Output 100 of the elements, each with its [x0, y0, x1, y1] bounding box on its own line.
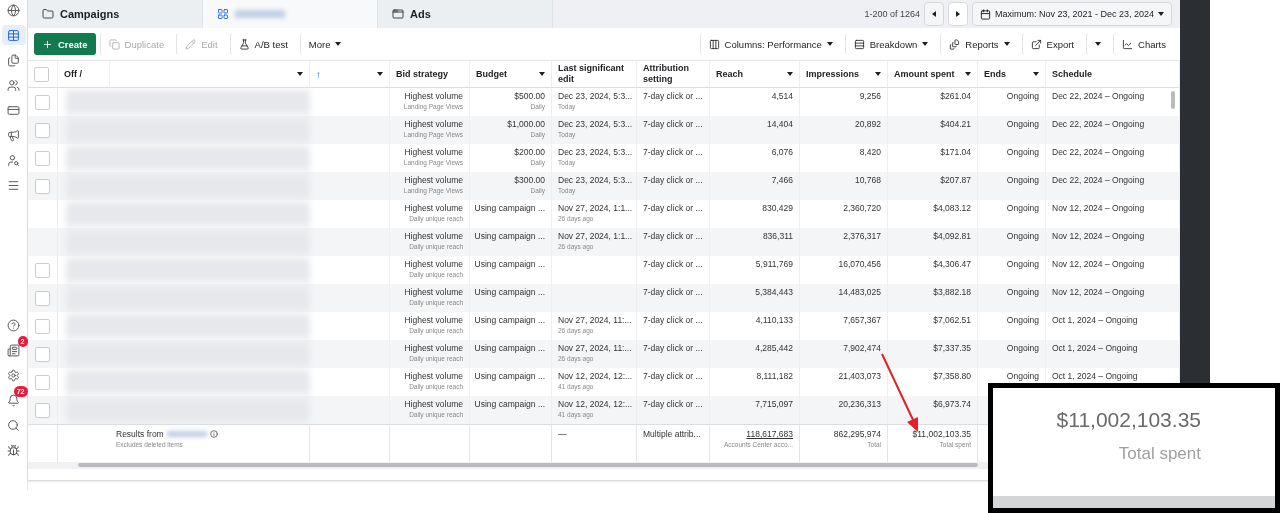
attribution-cell: 7-day click or ... — [643, 91, 703, 101]
reach-cell: 14,404 — [767, 119, 793, 129]
impressions-cell: 2,360,720 — [843, 203, 881, 213]
last-edit-cell: Nov 27, 2024, 11:... — [558, 315, 632, 325]
bid-strategy-cell: Highest volume — [404, 399, 463, 409]
last-edit-cell: Dec 23, 2024, 5:3... — [558, 91, 633, 101]
schedule-cell: Dec 22, 2024 – Ongoing — [1052, 175, 1145, 185]
reach-cell: 830,429 — [762, 203, 793, 213]
amount-spent-cell: $7,337.35 — [933, 343, 971, 353]
amount-spent-cell: $4,083.12 — [933, 203, 971, 213]
reach-cell: 4,285,442 — [755, 343, 793, 353]
last-edit-cell: Nov 27, 2024, 1:1... — [558, 203, 633, 213]
bid-strategy-cell: Highest volume — [404, 119, 463, 129]
schedule-cell: Nov 12, 2024 – Ongoing — [1052, 231, 1145, 241]
bid-strategy-cell: Highest volume — [404, 259, 463, 269]
amount-spent-cell: $3,882.18 — [933, 287, 971, 297]
schedule-cell: Oct 1, 2024 – Ongoing — [1052, 371, 1138, 381]
impressions-cell: 10,768 — [855, 175, 881, 185]
budget-cell: Using campaign ... — [474, 203, 545, 213]
amount-spent-cell: $4,092.81 — [933, 231, 971, 241]
attribution-cell: Multiple attrib... — [643, 429, 701, 439]
bid-strategy-cell: Highest volume — [404, 287, 463, 297]
attribution-cell: 7-day click or ... — [643, 399, 703, 409]
sort-arrow: ↑ — [316, 68, 321, 80]
ends-cell: Ongoing — [1006, 287, 1039, 297]
attribution-cell: 7-day click or ... — [643, 119, 703, 129]
budget-cell: Using campaign ... — [474, 371, 545, 381]
amount-spent-cell: $171.04 — [940, 147, 971, 157]
amount-spent-cell: $404.21 — [940, 119, 971, 129]
reach-cell: 7,466 — [771, 175, 793, 185]
reach-cell: 6,076 — [771, 147, 793, 157]
budget-cell: Using campaign ... — [474, 287, 545, 297]
schedule-cell: Oct 1, 2024 – Ongoing — [1052, 315, 1138, 325]
schedule-cell: Oct 1, 2024 – Ongoing — [1052, 343, 1138, 353]
amount-spent-cell: $7,062.51 — [933, 315, 971, 325]
ends-cell: Ongoing — [1006, 91, 1039, 101]
reach-cell: 7,715,097 — [755, 399, 793, 409]
results-text: Results from — [116, 429, 218, 439]
schedule-cell: Nov 12, 2024 – Ongoing — [1052, 259, 1145, 269]
reach-cell: 4,110,133 — [755, 315, 793, 325]
ends-cell: Ongoing — [1006, 259, 1039, 269]
attribution-cell: 7-day click or ... — [643, 231, 703, 241]
budget-cell: Using campaign ... — [474, 259, 545, 269]
amount-spent-cell: $207.87 — [940, 175, 971, 185]
impressions-cell: 16,070,456 — [838, 259, 881, 269]
impressions-cell: 7,657,367 — [843, 315, 881, 325]
attribution-cell: 7-day click or ... — [643, 203, 703, 213]
ends-cell: Ongoing — [1006, 203, 1039, 213]
impressions-cell: 9,256 — [859, 91, 881, 101]
ends-cell: Ongoing — [1006, 119, 1039, 129]
bid-strategy-cell: Highest volume — [404, 343, 463, 353]
amount-spent-cell: $6,973.74 — [933, 399, 971, 409]
attribution-cell: 7-day click or ... — [643, 259, 703, 269]
last-edit-cell: Nov 12, 2024, 12:... — [558, 371, 633, 381]
budget-cell: Using campaign ... — [474, 315, 545, 325]
bid-strategy-cell: Highest volume — [404, 203, 463, 213]
amount-spent-total: $11,002,103.35 — [912, 429, 971, 439]
schedule-cell: Nov 12, 2024 – Ongoing — [1052, 287, 1145, 297]
last-edit-cell: Dec 23, 2024, 5:3... — [558, 119, 633, 129]
attribution-cell: 7-day click or ... — [643, 147, 703, 157]
attribution-cell: 7-day click or ... — [643, 315, 703, 325]
impressions-cell: 20,236,313 — [838, 399, 881, 409]
impressions-cell: 8,420 — [859, 147, 881, 157]
attribution-cell: 7-day click or ... — [643, 287, 703, 297]
budget-cell: $200.00 — [514, 147, 545, 157]
budget-cell: $500.00 — [514, 91, 545, 101]
schedule-cell: Dec 22, 2024 – Ongoing — [1052, 147, 1145, 157]
bid-strategy-cell: Highest volume — [404, 147, 463, 157]
schedule-cell: Nov 12, 2024 – Ongoing — [1052, 203, 1145, 213]
attribution-cell: 7-day click or ... — [643, 175, 703, 185]
schedule-cell: Dec 22, 2024 – Ongoing — [1052, 91, 1145, 101]
reach-cell: 4,514 — [771, 91, 793, 101]
reach-cell: 8,111,182 — [756, 371, 793, 381]
impressions-cell: 20,892 — [855, 119, 881, 129]
last-edit-cell: Dec 23, 2024, 5:3... — [558, 147, 633, 157]
attribution-cell: 7-day click or ... — [643, 343, 703, 353]
last-edit-cell: Dec 23, 2024, 5:3... — [558, 175, 633, 185]
bid-strategy-cell: Highest volume — [404, 231, 463, 241]
ends-cell: Ongoing — [1006, 343, 1039, 353]
bid-strategy-cell: Highest volume — [404, 371, 463, 381]
ends-cell: Ongoing — [1006, 175, 1039, 185]
impressions-cell: 2,376,317 — [843, 231, 881, 241]
budget-cell: Using campaign ... — [474, 343, 545, 353]
last-edit-cell: — — [558, 429, 567, 439]
last-edit-cell: Nov 27, 2024, 11:... — [558, 343, 632, 353]
reach-cell: 5,911,769 — [755, 259, 793, 269]
amount-spent-cell: $4,306.47 — [933, 259, 971, 269]
budget-cell: $1,000.00 — [507, 119, 545, 129]
budget-cell: Using campaign ... — [474, 399, 545, 409]
reach-cell: 5,384,443 — [755, 287, 793, 297]
last-edit-cell: Nov 12, 2024, 12:... — [558, 399, 633, 409]
bid-strategy-cell: Highest volume — [404, 91, 463, 101]
budget-cell: Using campaign ... — [474, 231, 545, 241]
bid-strategy-cell: Highest volume — [404, 315, 463, 325]
amount-spent-cell: $7,358.80 — [933, 371, 971, 381]
amount-spent-cell: $261.04 — [940, 91, 971, 101]
pagination-range: 1-200 of 1264 — [864, 9, 920, 19]
impressions-total: 862,295,974 — [833, 429, 881, 439]
schedule-cell: Dec 22, 2024 – Ongoing — [1052, 119, 1145, 129]
ends-cell: Ongoing — [1006, 147, 1039, 157]
